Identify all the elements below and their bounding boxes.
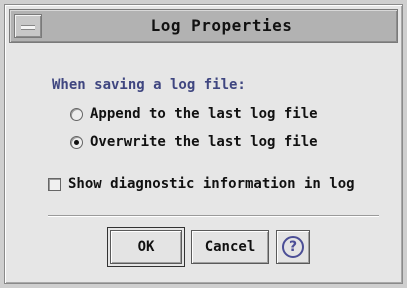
separator [48,215,379,217]
help-icon: ? [282,236,304,258]
diagnostic-checkbox[interactable] [48,177,61,191]
diagnostic-option[interactable]: Show diagnostic information in log [48,174,355,194]
save-mode-label: When saving a log file: [52,77,246,93]
window-menu-button[interactable] [14,14,42,38]
append-label: Append to the last log file [90,106,318,122]
cancel-button[interactable]: Cancel [191,230,269,264]
window-menu-icon [21,25,35,30]
overwrite-option[interactable]: Overwrite the last log file [70,132,318,152]
overwrite-label: Overwrite the last log file [90,134,318,150]
diagnostic-label: Show diagnostic information in log [68,176,355,192]
ok-button[interactable]: OK [107,227,185,267]
overwrite-radio[interactable] [70,135,83,149]
append-option[interactable]: Append to the last log file [70,104,318,124]
title-bar[interactable]: Log Properties [9,9,398,43]
append-radio[interactable] [70,107,83,121]
dialog-title: Log Properties [150,16,293,35]
help-button[interactable]: ? [276,230,310,264]
